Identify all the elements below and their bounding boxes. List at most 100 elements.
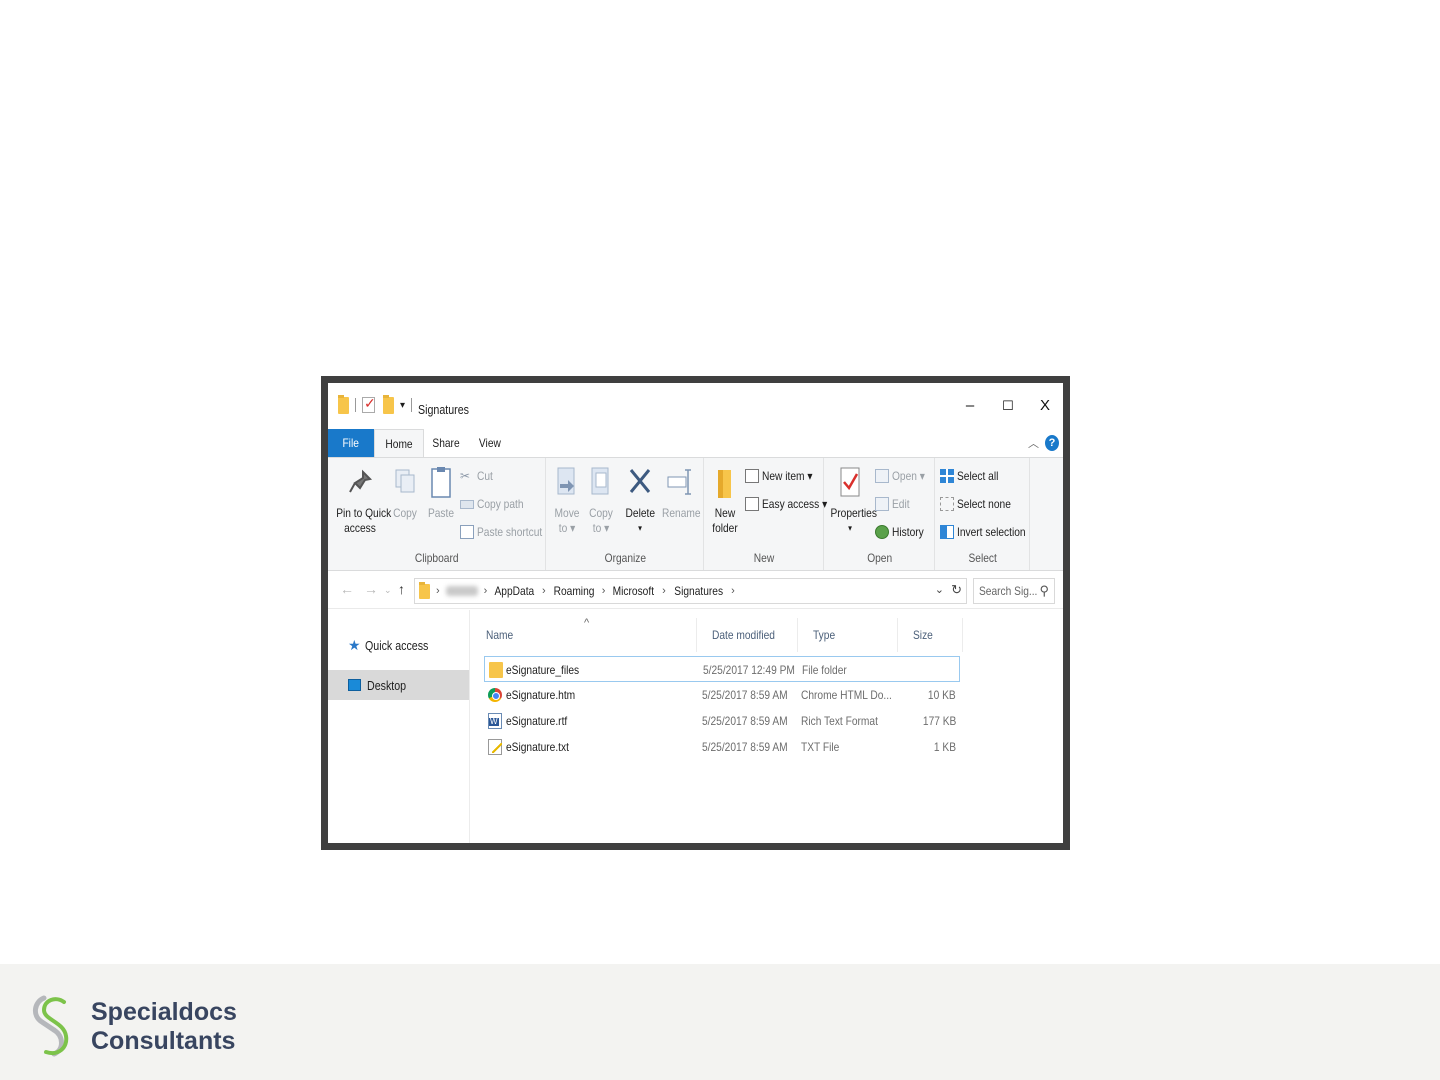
pin-icon bbox=[349, 469, 373, 493]
chevron-right-icon: › bbox=[483, 585, 488, 597]
file-name: eSignature.htm bbox=[506, 688, 576, 702]
properties-button[interactable]: Properties ▾ bbox=[827, 464, 877, 536]
up-arrow-icon[interactable]: ↑ bbox=[398, 581, 405, 597]
forward-arrow-icon[interactable]: → bbox=[364, 581, 378, 597]
rename-icon bbox=[667, 469, 691, 495]
minimize-button[interactable]: – bbox=[955, 395, 985, 417]
breadcrumb-microsoft[interactable]: Microsoft bbox=[613, 584, 654, 598]
chevron-right-icon: › bbox=[542, 585, 546, 597]
search-input[interactable]: Search Sig... ⚲ bbox=[973, 578, 1055, 604]
chevron-right-icon: › bbox=[731, 585, 735, 597]
navigation-pane: ★ Quick access Desktop bbox=[328, 610, 470, 843]
word-doc-icon bbox=[488, 713, 502, 729]
refresh-icon[interactable]: ↻ bbox=[951, 582, 962, 598]
invert-selection-icon bbox=[940, 525, 954, 539]
file-row[interactable]: eSignature.txt 5/25/2017 8:59 AM TXT Fil… bbox=[484, 734, 960, 760]
brand-name: Specialdocs Consultants bbox=[91, 998, 237, 1056]
toolbar-separator bbox=[411, 398, 413, 412]
desktop-icon bbox=[348, 679, 361, 691]
column-header-type[interactable]: Type bbox=[799, 618, 898, 652]
group-label-new: New bbox=[753, 551, 775, 565]
group-label-select: Select bbox=[968, 551, 997, 565]
edit-icon bbox=[875, 497, 889, 511]
help-icon[interactable]: ? bbox=[1045, 435, 1059, 451]
new-folder-button[interactable]: New folder bbox=[707, 464, 743, 536]
invert-selection-button[interactable]: Invert selection bbox=[940, 522, 1038, 542]
file-type: Rich Text Format bbox=[801, 714, 878, 728]
scissors-icon: ✂ bbox=[460, 469, 471, 483]
pin-to-quick-access-button[interactable]: Pin to Quick access bbox=[332, 464, 391, 536]
file-size: 1 KB bbox=[933, 740, 956, 754]
copy-button[interactable]: Copy bbox=[390, 464, 420, 521]
tab-file[interactable]: File bbox=[328, 429, 374, 457]
new-folder-icon[interactable] bbox=[383, 394, 394, 414]
copy-icon bbox=[395, 469, 415, 493]
brand-line-2: Consultants bbox=[91, 1027, 236, 1055]
paste-shortcut-button[interactable]: Paste shortcut bbox=[460, 522, 554, 542]
group-label-open: Open bbox=[867, 551, 892, 565]
select-all-button[interactable]: Select all bbox=[940, 466, 1006, 486]
organize-group: Move to ▾ Copy to ▾ Delete ▾ Rename Orga… bbox=[547, 458, 704, 570]
recent-locations-icon[interactable]: ⌄ bbox=[384, 585, 392, 596]
nav-item-quick-access[interactable]: ★ Quick access bbox=[328, 630, 469, 660]
folder-icon bbox=[489, 662, 503, 678]
back-arrow-icon[interactable]: ← bbox=[340, 581, 354, 597]
new-item-icon bbox=[745, 469, 759, 483]
nav-item-desktop[interactable]: Desktop bbox=[328, 670, 469, 700]
file-size bbox=[905, 657, 957, 683]
tab-share[interactable]: Share bbox=[424, 429, 468, 457]
close-button[interactable]: X bbox=[1030, 395, 1060, 417]
file-size: 10 KB bbox=[928, 688, 956, 702]
edit-button[interactable]: Edit bbox=[875, 494, 913, 514]
file-type: File folder bbox=[802, 663, 847, 677]
file-name: eSignature.txt bbox=[506, 740, 569, 754]
breadcrumb-roaming[interactable]: Roaming bbox=[553, 584, 594, 598]
tab-view[interactable]: View bbox=[468, 429, 512, 457]
address-bar[interactable]: › › AppData › Roaming › Microsoft › Sign… bbox=[414, 578, 967, 604]
open-button[interactable]: Open ▾ bbox=[875, 466, 931, 486]
file-row[interactable]: eSignature.htm 5/25/2017 8:59 AM Chrome … bbox=[484, 682, 960, 708]
ribbon-tabs: File Home Share View ︿ ? bbox=[328, 429, 1063, 457]
collapse-ribbon-icon[interactable]: ︿ bbox=[1028, 435, 1039, 451]
new-item-button[interactable]: New item ▾ bbox=[745, 466, 821, 486]
delete-button[interactable]: Delete ▾ bbox=[623, 464, 657, 536]
select-none-button[interactable]: Select none bbox=[940, 494, 1020, 514]
maximize-button[interactable]: ☐ bbox=[993, 395, 1023, 417]
search-icon: ⚲ bbox=[1039, 583, 1049, 598]
history-button[interactable]: History bbox=[875, 522, 929, 542]
file-name: eSignature_files bbox=[506, 663, 580, 677]
file-date: 5/25/2017 8:59 AM bbox=[702, 688, 788, 702]
copy-path-button[interactable]: Copy path bbox=[460, 494, 532, 514]
copy-to-button[interactable]: Copy to ▾ bbox=[585, 464, 617, 536]
title-bar: ▾ Signatures – ☐ X bbox=[328, 383, 1063, 429]
qat-dropdown-icon[interactable]: ▾ bbox=[400, 400, 405, 411]
chevron-right-icon: › bbox=[436, 585, 440, 597]
breadcrumb-appdata[interactable]: AppData bbox=[495, 584, 535, 598]
blurred-username bbox=[445, 586, 478, 596]
column-header-date-modified[interactable]: Date modified bbox=[698, 618, 798, 652]
tab-home[interactable]: Home bbox=[374, 429, 424, 457]
text-file-icon bbox=[488, 739, 502, 755]
chrome-icon bbox=[488, 688, 502, 702]
move-to-button[interactable]: Move to ▾ bbox=[551, 464, 583, 536]
file-type: Chrome HTML Do... bbox=[801, 688, 892, 702]
paste-button[interactable]: Paste bbox=[424, 464, 458, 521]
address-dropdown-icon[interactable]: ⌄ bbox=[935, 583, 944, 596]
cut-button[interactable]: ✂ Cut bbox=[460, 466, 496, 486]
file-date: 5/25/2017 8:59 AM bbox=[702, 740, 788, 754]
open-icon bbox=[875, 469, 889, 483]
rename-button[interactable]: Rename bbox=[659, 464, 701, 521]
file-row[interactable]: eSignature_files 5/25/2017 12:49 PM File… bbox=[484, 656, 960, 682]
breadcrumb-signatures[interactable]: Signatures bbox=[674, 584, 723, 598]
properties-check-icon[interactable] bbox=[362, 395, 376, 413]
column-header-size[interactable]: Size bbox=[899, 618, 963, 652]
file-type: TXT File bbox=[801, 740, 840, 754]
column-header-name[interactable]: ^ Name bbox=[472, 617, 697, 652]
properties-icon bbox=[840, 467, 860, 497]
history-icon bbox=[875, 525, 889, 539]
folder-icon bbox=[338, 394, 349, 414]
file-row[interactable]: eSignature.rtf 5/25/2017 8:59 AM Rich Te… bbox=[484, 708, 960, 734]
address-row: ← → ⌄ ↑ › › AppData › Roaming › Microsof… bbox=[328, 573, 1063, 609]
select-group: Select all Select none Invert selection … bbox=[936, 458, 1030, 570]
open-group: Properties ▾ Open ▾ Edit History Open bbox=[825, 458, 935, 570]
